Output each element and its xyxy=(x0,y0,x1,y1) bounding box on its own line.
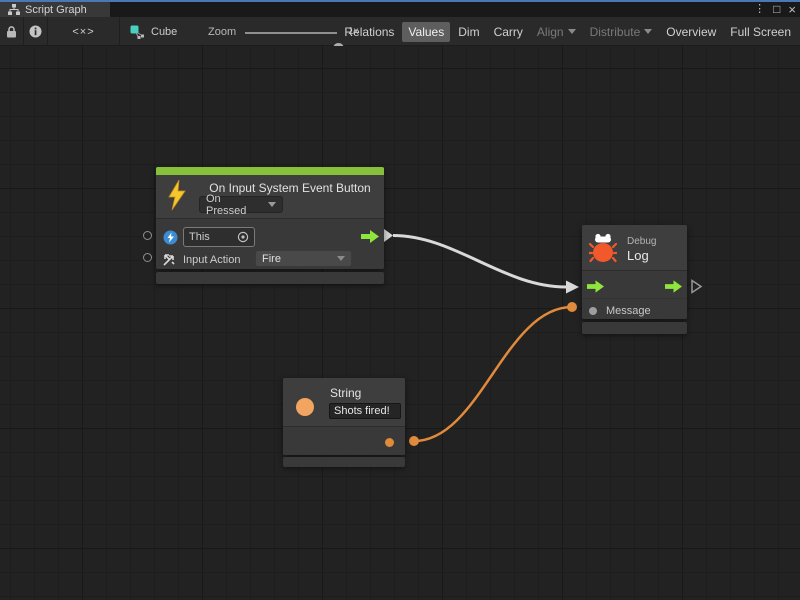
tab-title: Script Graph xyxy=(25,4,87,16)
align-label: Align xyxy=(537,25,564,39)
this-input-port[interactable] xyxy=(143,231,152,240)
string-node-body xyxy=(283,426,405,455)
zoom-label: Zoom xyxy=(208,17,236,46)
carry-button[interactable]: Carry xyxy=(488,22,529,42)
string-value: Shots fired! xyxy=(334,405,390,417)
debug-node-body: Message xyxy=(582,270,687,319)
debug-log-node[interactable]: Debug Log Message xyxy=(582,225,687,334)
dim-button[interactable]: Dim xyxy=(452,22,485,42)
unconnected-flow-indicator[interactable] xyxy=(692,281,701,293)
values-button[interactable]: Values xyxy=(402,22,450,42)
align-dropdown-button[interactable]: Align xyxy=(531,22,582,42)
flow-wire[interactable] xyxy=(393,236,566,288)
value-wire-end-dot xyxy=(567,302,577,312)
machine-label: Cube xyxy=(151,26,177,38)
graph-toolbar: <×> Cube Zoom 1x Relations Values Dim Ca… xyxy=(0,17,800,46)
machine-reference-button[interactable]: Cube xyxy=(130,17,177,46)
relations-button[interactable]: Relations xyxy=(338,22,400,42)
info-icon xyxy=(29,25,42,38)
string-type-icon xyxy=(296,398,314,416)
fullscreen-button[interactable]: Full Screen xyxy=(724,22,797,42)
graph-canvas[interactable]: On Input System Event Button On Pressed … xyxy=(0,46,800,600)
debug-node-footer xyxy=(582,322,687,334)
chevron-down-icon xyxy=(644,29,652,34)
value-wire[interactable] xyxy=(414,307,572,441)
trigger-phase-dropdown[interactable]: On Pressed xyxy=(199,196,283,213)
trigger-phase-value: On Pressed xyxy=(206,193,262,217)
event-accent-bar xyxy=(156,167,384,175)
script-machine-icon xyxy=(130,25,145,39)
chevron-down-icon xyxy=(268,202,276,207)
debug-node-name: Log xyxy=(627,248,649,263)
chevron-down-icon xyxy=(337,256,345,261)
tab-bar: Script Graph ⋮ □ × xyxy=(0,2,800,17)
string-node-footer xyxy=(283,457,405,467)
input-action-input-port[interactable] xyxy=(143,253,152,262)
flow-wire-end-arrow xyxy=(566,281,579,294)
chevron-down-icon xyxy=(568,29,576,34)
overview-button[interactable]: Overview xyxy=(660,22,722,42)
input-action-value: Fire xyxy=(262,253,281,265)
string-node-header: String Shots fired! xyxy=(283,378,405,426)
lock-button[interactable] xyxy=(0,17,24,46)
info-button[interactable] xyxy=(24,17,48,46)
target-gameobject-icon xyxy=(163,230,178,245)
input-action-label: Input Action xyxy=(183,254,241,266)
debug-node-category: Debug xyxy=(627,236,656,247)
on-input-system-event-button-node[interactable]: On Input System Event Button On Pressed … xyxy=(156,167,384,284)
lock-icon xyxy=(6,26,17,38)
debug-node-header: Debug Log xyxy=(582,225,687,270)
flow-wire-start-arrow xyxy=(384,229,393,242)
distribute-dropdown-button[interactable]: Distribute xyxy=(584,22,659,42)
this-object-field[interactable]: This xyxy=(183,227,255,247)
event-node-block: On Input System Event Button On Pressed … xyxy=(156,167,384,269)
value-wire-start-dot xyxy=(409,436,419,446)
debug-node-block: Debug Log Message xyxy=(582,225,687,319)
code-view-button[interactable]: <×> xyxy=(48,17,120,46)
flow-input-port-icon[interactable] xyxy=(587,280,604,293)
zoom-slider-track[interactable] xyxy=(245,32,337,34)
unity-graph-window: Script Graph ⋮ □ × <×> xyxy=(0,0,800,600)
code-view-glyph: <×> xyxy=(72,26,94,38)
script-graph-icon xyxy=(8,4,20,15)
maximize-icon[interactable]: □ xyxy=(773,2,780,17)
string-literal-node[interactable]: String Shots fired! xyxy=(283,378,405,467)
string-node-title: String xyxy=(330,386,361,400)
string-output-port[interactable] xyxy=(385,438,394,447)
string-node-block: String Shots fired! xyxy=(283,378,405,455)
toolbar-buttons: Relations Values Dim Carry Align Distrib… xyxy=(372,17,797,46)
event-node-header: On Input System Event Button On Pressed xyxy=(156,175,384,218)
flow-output-port-icon[interactable] xyxy=(665,280,682,293)
string-value-field[interactable]: Shots fired! xyxy=(329,403,401,419)
bug-icon xyxy=(589,233,617,263)
event-node-body: This Input Action xyxy=(156,218,384,269)
input-action-icon xyxy=(162,252,177,267)
window-controls: ⋮ □ × xyxy=(754,2,796,17)
message-input-port[interactable] xyxy=(589,307,597,315)
message-label: Message xyxy=(606,305,651,317)
this-field-value: This xyxy=(189,231,210,243)
object-picker-icon[interactable] xyxy=(237,231,249,243)
flow-output-port-icon[interactable] xyxy=(361,230,379,243)
message-row: Message xyxy=(582,298,687,320)
distribute-label: Distribute xyxy=(590,25,641,39)
event-node-footer xyxy=(156,272,384,284)
tab-script-graph[interactable]: Script Graph xyxy=(0,2,110,17)
close-icon[interactable]: × xyxy=(788,2,796,17)
lightning-bolt-icon xyxy=(167,180,187,210)
input-action-dropdown[interactable]: Fire xyxy=(255,250,352,267)
window-menu-icon[interactable]: ⋮ xyxy=(754,2,765,17)
